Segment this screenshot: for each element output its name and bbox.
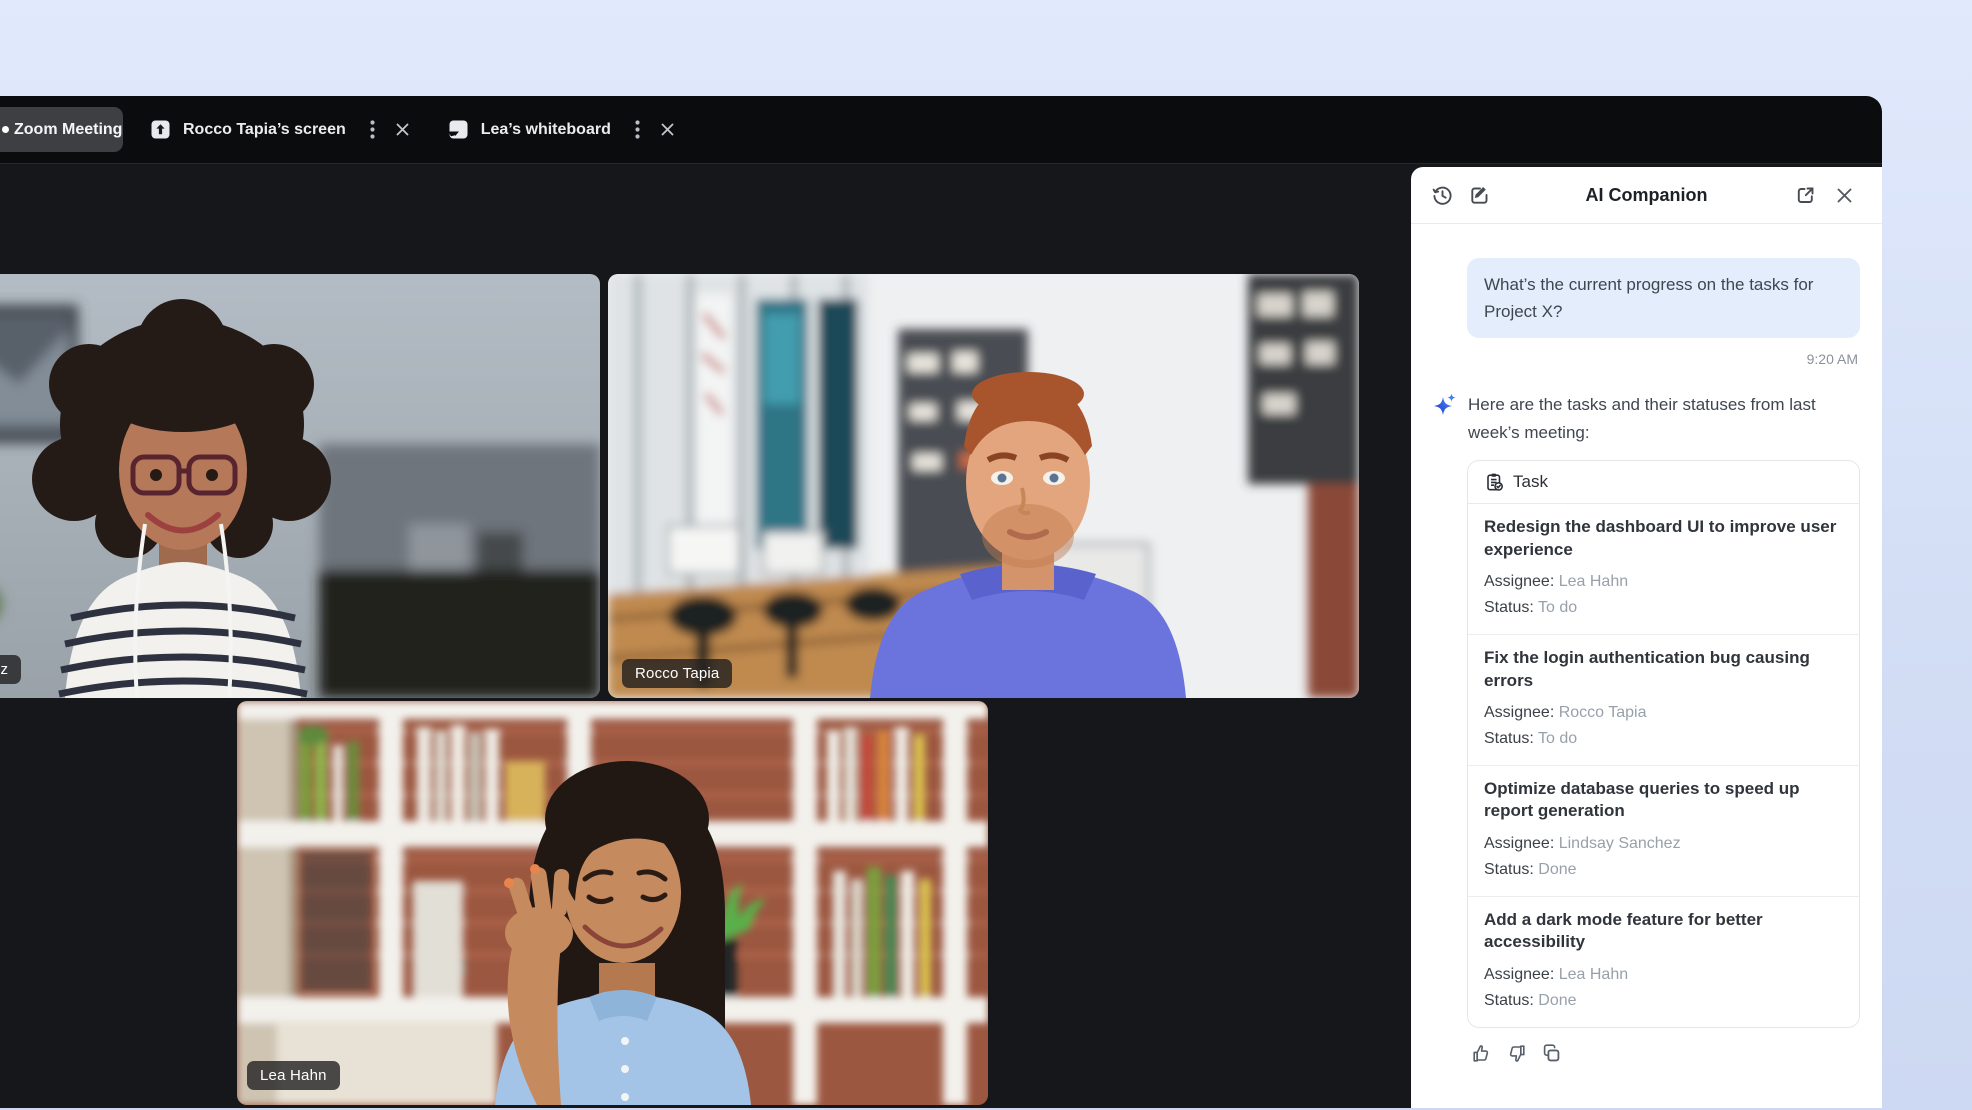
meeting-window: Zoom Meeting Rocco Tapia’s screen [0,96,1882,1108]
tab-label: Zoom Meeting [14,107,122,152]
participant-name-label: Rocco Tapia [622,659,732,688]
user-message-bubble: What’s the current progress on the tasks… [1467,258,1860,338]
task-status: Status: To do [1484,726,1843,752]
feedback-bar [1471,1043,1860,1064]
task-title: Fix the login authentication bug causing… [1484,647,1843,691]
task-assignee: Assignee: Lea Hahn [1484,962,1843,988]
thumbs-down-icon[interactable] [1506,1043,1527,1064]
task-card-header: Task [1468,461,1859,504]
task-title: Optimize database queries to speed up re… [1484,778,1843,822]
task-row: Add a dark mode feature for better acces… [1468,897,1859,1027]
task-row: Optimize database queries to speed up re… [1468,766,1859,897]
video-tile-lea-hahn: Lea Hahn [237,701,988,1105]
tab-label: Lea’s whiteboard [481,121,611,139]
task-status: Status: To do [1484,595,1843,621]
ai-companion-header: AI Companion [1411,167,1882,224]
pop-out-icon[interactable] [1794,184,1817,207]
share-screen-icon [150,119,171,140]
tab-menu-icon[interactable] [631,120,645,140]
video-tile-participant-1: ez [0,274,600,698]
tab-label: Rocco Tapia’s screen [183,121,346,139]
tab-zoom-meeting[interactable]: Zoom Meeting [0,107,123,152]
tab-close-icon[interactable] [659,121,677,139]
task-title: Redesign the dashboard UI to improve use… [1484,516,1843,560]
task-row: Redesign the dashboard UI to improve use… [1468,504,1859,635]
ai-message: Here are the tasks and their statuses fr… [1431,391,1860,446]
history-icon[interactable] [1431,184,1454,207]
active-tab-dot-icon [2,126,9,133]
tab-bar: Zoom Meeting Rocco Tapia’s screen [0,96,1882,163]
task-status: Status: Done [1484,857,1843,883]
copy-icon[interactable] [1541,1043,1562,1064]
ai-companion-sparkle-icon [1431,392,1458,419]
task-title: Add a dark mode feature for better acces… [1484,909,1843,953]
message-timestamp: 9:20 AM [1431,351,1858,367]
thumbs-up-icon[interactable] [1471,1043,1492,1064]
tab-lea-whiteboard[interactable]: Lea’s whiteboard [448,119,611,140]
tab-rocco-screen[interactable]: Rocco Tapia’s screen [150,119,346,140]
new-chat-icon[interactable] [1468,184,1491,207]
task-row: Fix the login authentication bug causing… [1468,635,1859,766]
participant-name-label: Lea Hahn [247,1061,340,1090]
task-card: Task Redesign the dashboard UI to improv… [1467,460,1860,1028]
tab-menu-icon[interactable] [366,120,380,140]
chat-area: What’s the current progress on the tasks… [1411,224,1882,1064]
tab-close-icon[interactable] [394,121,412,139]
task-list-icon [1484,472,1504,492]
ai-companion-panel: AI Companion What’s the current progress… [1411,167,1882,1108]
ai-message-text: Here are the tasks and their statuses fr… [1468,391,1860,446]
close-icon[interactable] [1833,184,1856,207]
task-status: Status: Done [1484,988,1843,1014]
task-card-title: Task [1513,472,1548,492]
task-assignee: Assignee: Lindsay Sanchez [1484,831,1843,857]
participant-name-label: ez [0,655,21,684]
video-tile-rocco-tapia: Rocco Tapia [608,274,1359,698]
task-assignee: Assignee: Rocco Tapia [1484,700,1843,726]
task-assignee: Assignee: Lea Hahn [1484,569,1843,595]
whiteboard-icon [448,119,469,140]
